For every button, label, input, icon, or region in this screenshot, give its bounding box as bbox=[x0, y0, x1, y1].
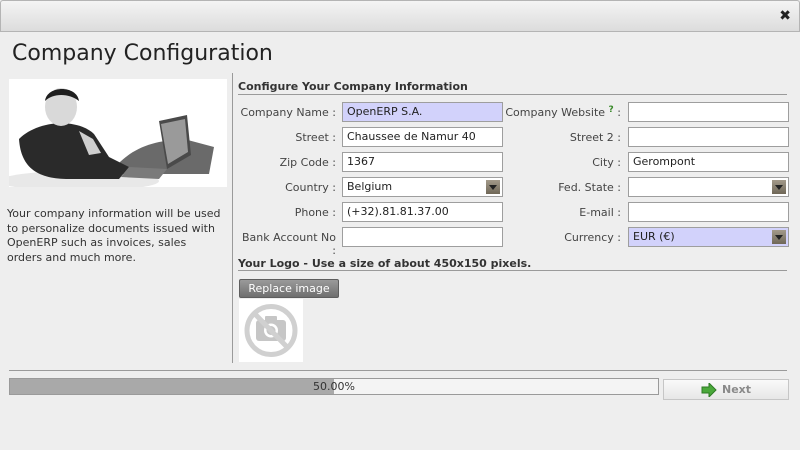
currency-label: Currency : bbox=[564, 231, 621, 244]
country-select[interactable]: Belgium bbox=[342, 177, 503, 197]
bank-account-label: Bank Account No : bbox=[242, 231, 336, 257]
email-label: E-mail : bbox=[579, 206, 621, 219]
company-website-field[interactable] bbox=[628, 102, 789, 122]
currency-select[interactable]: EUR (€) bbox=[628, 227, 789, 247]
company-website-label-text: Company Website bbox=[505, 106, 606, 119]
illustration-photo bbox=[0, 79, 227, 191]
phone-label: Phone : bbox=[294, 206, 336, 219]
section-title-logo: Your Logo - Use a size of about 450x150 … bbox=[238, 257, 532, 270]
zip-field[interactable]: 1367 bbox=[342, 152, 503, 172]
logo-section-divider bbox=[238, 270, 787, 271]
company-website-label: Company Website ? : bbox=[505, 105, 621, 119]
city-label: City : bbox=[592, 156, 621, 169]
email-field[interactable] bbox=[628, 202, 789, 222]
section-title-company: Configure Your Company Information bbox=[238, 80, 468, 93]
progress-bar: 50.00% bbox=[9, 378, 659, 395]
progress-text: 50.00% bbox=[313, 380, 355, 393]
dropdown-arrow-icon[interactable] bbox=[486, 180, 500, 194]
company-website-colon: : bbox=[617, 106, 621, 119]
currency-value: EUR (€) bbox=[633, 230, 675, 243]
zip-label: Zip Code : bbox=[279, 156, 336, 169]
section-divider bbox=[238, 94, 787, 95]
bank-account-field[interactable] bbox=[342, 227, 503, 247]
close-icon[interactable]: ✖ bbox=[779, 8, 791, 24]
company-name-label: Company Name : bbox=[240, 106, 336, 119]
fed-state-label: Fed. State : bbox=[558, 181, 621, 194]
no-camera-icon bbox=[244, 304, 298, 357]
replace-image-button[interactable]: Replace image bbox=[239, 279, 339, 298]
dropdown-arrow-icon[interactable] bbox=[772, 180, 786, 194]
street2-field[interactable] bbox=[628, 127, 789, 147]
next-button[interactable]: Next bbox=[663, 379, 789, 400]
country-value: Belgium bbox=[347, 180, 393, 193]
next-label: Next bbox=[721, 383, 752, 396]
dialog-titlebar: ✖ bbox=[0, 0, 800, 32]
city-field[interactable]: Gerompont bbox=[628, 152, 789, 172]
green-arrow-icon bbox=[701, 382, 717, 397]
vertical-divider bbox=[232, 73, 233, 363]
fed-state-select[interactable] bbox=[628, 177, 789, 197]
footer-divider bbox=[9, 370, 787, 371]
street-field[interactable]: Chaussee de Namur 40 bbox=[342, 127, 503, 147]
street-label: Street : bbox=[295, 131, 336, 144]
dropdown-arrow-icon[interactable] bbox=[772, 230, 786, 244]
page-title: Company Configuration bbox=[12, 41, 273, 66]
help-icon[interactable]: ? bbox=[609, 105, 614, 115]
country-label: Country : bbox=[285, 181, 336, 194]
company-name-field[interactable]: OpenERP S.A. bbox=[342, 102, 503, 122]
phone-field[interactable]: (+32).81.81.37.00 bbox=[342, 202, 503, 222]
intro-text: Your company information will be used to… bbox=[7, 207, 221, 264]
street2-label: Street 2 : bbox=[569, 131, 621, 144]
logo-placeholder bbox=[239, 299, 303, 362]
